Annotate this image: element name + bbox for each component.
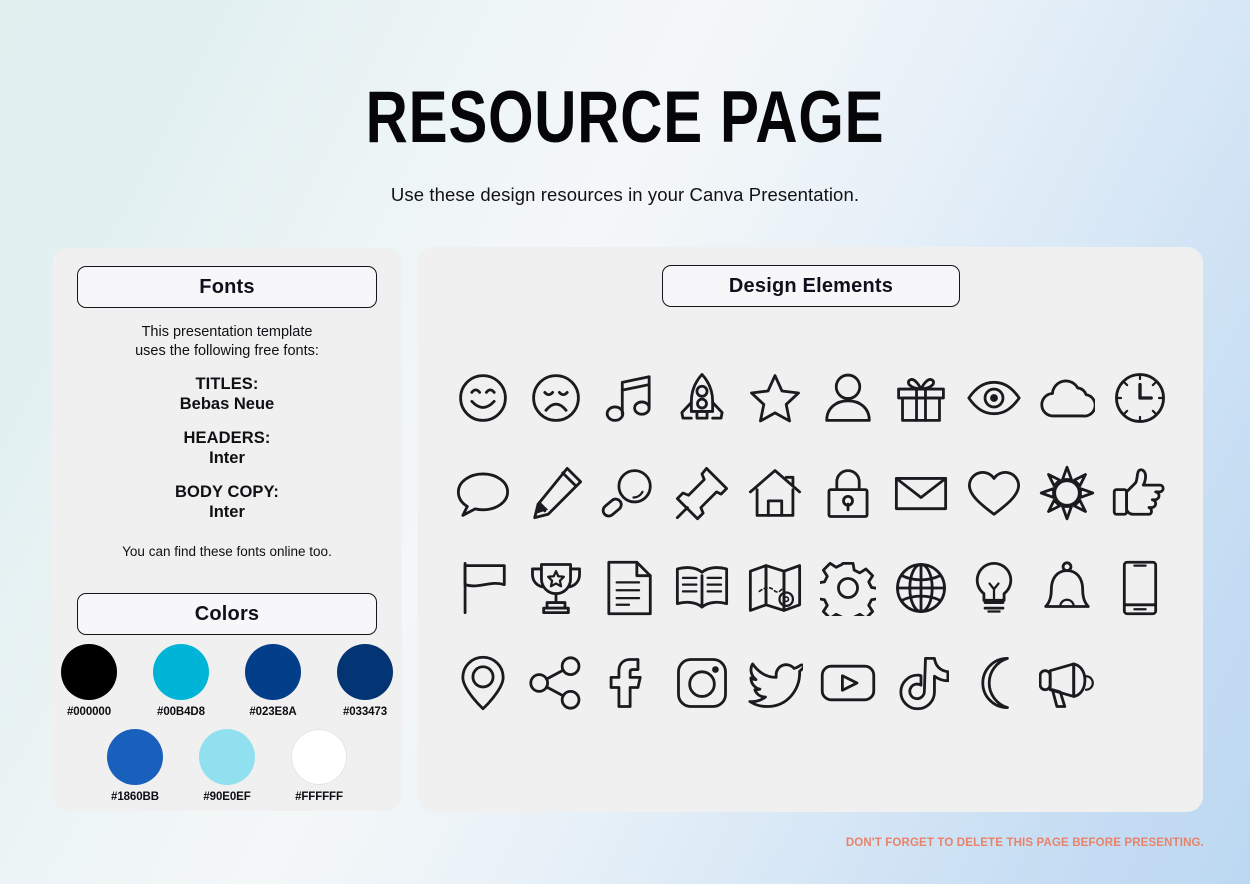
font-name-value: Inter [209, 502, 245, 521]
color-dot [107, 729, 163, 785]
colors-section-header: Colors [77, 593, 377, 635]
facebook-icon[interactable] [597, 651, 661, 715]
color-hex-label: #000000 [66, 706, 112, 718]
youtube-icon[interactable] [816, 651, 880, 715]
flag-icon[interactable] [451, 556, 515, 620]
fonts-footnote: You can find these fonts online too. [122, 544, 332, 559]
color-dot [199, 729, 255, 785]
color-swatch[interactable]: #90E0EF [190, 729, 264, 803]
house-icon[interactable] [743, 461, 807, 525]
font-name-value: Inter [209, 448, 245, 467]
gear-icon[interactable] [816, 556, 880, 620]
color-dot [61, 644, 117, 700]
font-role-label: TITLES: [195, 375, 259, 393]
color-hex-label: #FFFFFF [295, 791, 343, 803]
person-icon[interactable] [816, 366, 880, 430]
envelope-icon[interactable] [889, 461, 953, 525]
color-swatch-row: #000000 #00B4D8 #023E8A #033473 [52, 644, 402, 718]
color-swatch[interactable]: #033473 [328, 644, 402, 718]
color-dot [153, 644, 209, 700]
moon-icon[interactable] [962, 651, 1026, 715]
sun-icon[interactable] [1035, 461, 1099, 525]
tiktok-icon[interactable] [889, 651, 953, 715]
speech-bubble-icon[interactable] [451, 461, 515, 525]
magnifier-icon[interactable] [597, 461, 661, 525]
twitter-icon[interactable] [743, 651, 807, 715]
pencil-icon[interactable] [524, 461, 588, 525]
color-hex-label: #1860BB [111, 791, 159, 803]
lightbulb-icon[interactable] [962, 556, 1026, 620]
fonts-intro-line-2: uses the following free fonts: [135, 342, 319, 359]
font-role-label: HEADERS: [183, 429, 271, 447]
eye-icon[interactable] [962, 366, 1026, 430]
music-note-icon[interactable] [597, 366, 661, 430]
sad-face-icon[interactable] [524, 366, 588, 430]
design-elements-grid [446, 350, 1176, 730]
color-swatch[interactable]: #000000 [52, 644, 126, 718]
color-hex-label: #023E8A [249, 706, 297, 718]
color-swatch[interactable]: #1860BB [98, 729, 172, 803]
font-name-value: Bebas Neue [179, 394, 275, 413]
color-swatch[interactable]: #023E8A [236, 644, 310, 718]
color-hex-label: #00B4D8 [157, 706, 205, 718]
lock-icon[interactable] [816, 461, 880, 525]
colors-section-label: Colors [194, 602, 260, 625]
share-icon[interactable] [524, 651, 588, 715]
color-swatch[interactable]: #00B4D8 [144, 644, 218, 718]
heart-icon[interactable] [962, 461, 1026, 525]
color-swatch[interactable]: #FFFFFF [282, 729, 356, 803]
cloud-icon[interactable] [1035, 366, 1099, 430]
smiley-face-icon[interactable] [451, 366, 515, 430]
fonts-body: This presentation template uses the foll… [52, 323, 402, 560]
color-swatch-row: #1860BB #90E0EF #FFFFFF [52, 729, 402, 803]
fonts-section-label: Fonts [199, 275, 255, 298]
document-icon[interactable] [597, 556, 661, 620]
color-dot [337, 644, 393, 700]
fonts-section-header: Fonts [77, 266, 377, 308]
color-swatch-grid: #000000 #00B4D8 #023E8A #033473 #1860BB [52, 644, 402, 803]
color-dot [245, 644, 301, 700]
page-title: RESOURCE PAGE [365, 77, 885, 158]
fonts-and-colors-panel: Fonts This presentation template uses th… [52, 248, 402, 811]
fonts-intro: This presentation template uses the foll… [52, 323, 402, 360]
color-hex-label: #033473 [342, 706, 388, 718]
clock-icon[interactable] [1108, 366, 1172, 430]
font-group-headers: HEADERS: Inter [52, 429, 402, 468]
star-icon[interactable] [743, 366, 807, 430]
pushpin-icon[interactable] [670, 461, 734, 525]
megaphone-icon[interactable] [1035, 651, 1099, 715]
thumbs-up-icon[interactable] [1108, 461, 1172, 525]
instagram-icon[interactable] [670, 651, 734, 715]
trophy-icon[interactable] [524, 556, 588, 620]
book-icon[interactable] [670, 556, 734, 620]
map-icon[interactable] [743, 556, 807, 620]
color-hex-label: #90E0EF [203, 791, 251, 803]
delete-page-warning: DON'T FORGET TO DELETE THIS PAGE BEFORE … [845, 837, 1204, 849]
font-group-body-copy: BODY COPY: Inter [52, 483, 402, 522]
location-pin-icon[interactable] [451, 651, 515, 715]
rocket-icon[interactable] [670, 366, 734, 430]
phone-icon[interactable] [1108, 556, 1172, 620]
font-role-label: BODY COPY: [175, 483, 279, 501]
color-dot [291, 729, 347, 785]
design-elements-panel: Design Elements [418, 247, 1203, 812]
design-elements-label: Design Elements [728, 274, 894, 297]
font-group-titles: TITLES: Bebas Neue [52, 375, 402, 414]
design-elements-header: Design Elements [662, 265, 960, 307]
globe-icon[interactable] [889, 556, 953, 620]
fonts-intro-line-1: This presentation template [141, 324, 313, 340]
gift-icon[interactable] [889, 366, 953, 430]
bell-icon[interactable] [1035, 556, 1099, 620]
page-subtitle: Use these design resources in your Canva… [390, 184, 860, 205]
